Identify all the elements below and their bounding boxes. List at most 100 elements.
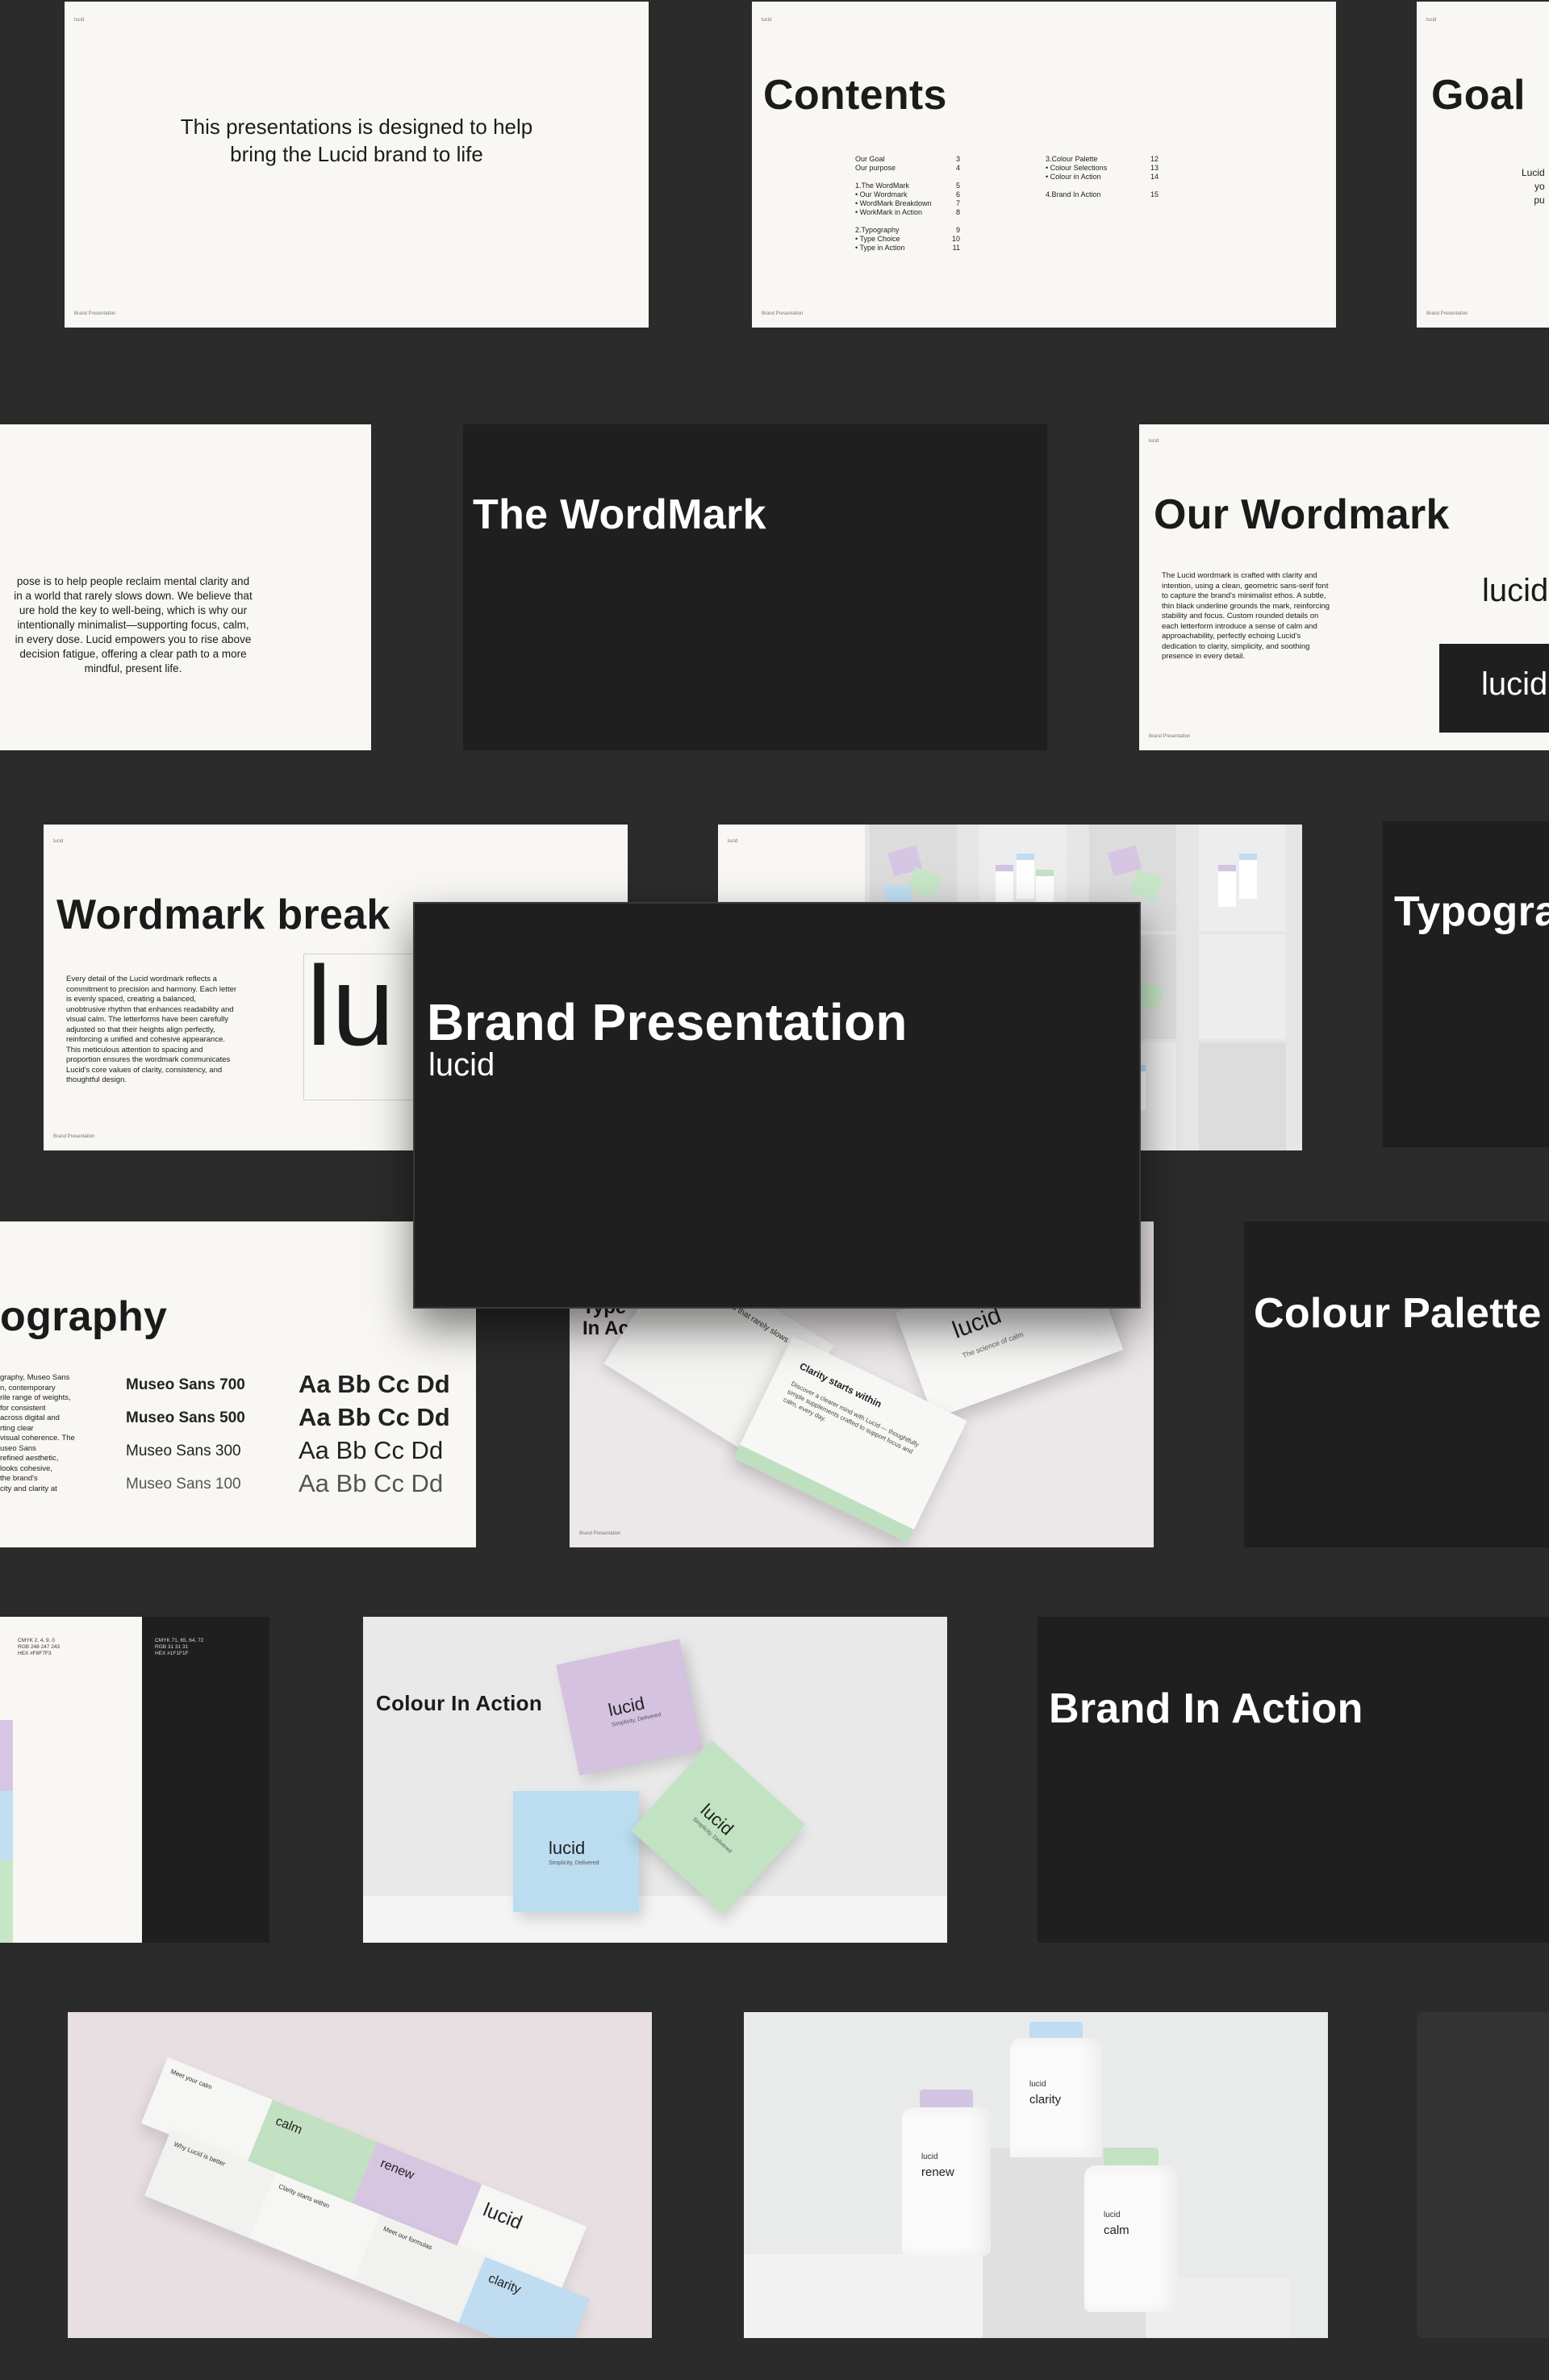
leaflet-headline: Meet your calm — [169, 2068, 214, 2091]
contents-entry-page: 10 — [951, 235, 960, 243]
brand-action-title: Brand In Action — [1049, 1685, 1363, 1732]
contents-entry-label: • WordMark Breakdown — [855, 199, 932, 207]
contents-entry: 3.Colour Palette 12 — [1046, 155, 1159, 164]
wordmark-logo-light: lucid — [1482, 573, 1549, 608]
slide-our-wordmark[interactable]: lucid Our Wordmark The Lucid wordmark is… — [1139, 424, 1549, 750]
slide-colour-selection[interactable]: CMYK 2, 4, 9, 0 RGB 248 247 243 HEX #F8F… — [0, 1617, 269, 1943]
type-weight-sample: Aa Bb Cc Dd — [299, 1469, 444, 1497]
slide-colour-in-action[interactable]: Colour In Action lucid Simplicity, Deliv… — [363, 1617, 947, 1943]
bottle-brand: lucid — [1104, 2211, 1121, 2219]
wordmark-logo-dark: lucid — [1481, 666, 1548, 702]
our-wordmark-title: Our Wordmark — [1154, 491, 1450, 538]
contents-entry-page: 3 — [955, 155, 960, 163]
gallery-tile — [1199, 934, 1286, 1039]
colour-palette-title: Colour Palette — [1254, 1290, 1542, 1337]
slide-footer: Brand Presentation — [1149, 734, 1191, 739]
type-weight-row: Museo Sans 100 Aa Bb Cc Dd — [126, 1468, 465, 1501]
contents-entry-label: • Colour in Action — [1046, 173, 1101, 181]
intro-text: This presentations is designed to help b… — [65, 113, 649, 168]
type-weight-name: Museo Sans 700 — [126, 1376, 245, 1393]
purpose-text: pose is to help people reclaim mental cl… — [14, 575, 253, 674]
slide-leaflet[interactable]: Meet your calm calm renew lucid Why Luci… — [68, 2012, 652, 2338]
contents-entry: • Our Wordmark 6 — [855, 190, 960, 199]
contents-entry: 4.Brand In Action 15 — [1046, 190, 1159, 199]
contents-entry: • Type Choice 10 — [855, 235, 960, 244]
slide-partial-dark[interactable] — [1417, 2012, 1549, 2338]
contents-entry-page: 11 — [952, 244, 960, 252]
bottle-brand: lucid — [1029, 2080, 1046, 2089]
breakdown-text: Every detail of the Lucid wordmark refle… — [66, 975, 237, 1084]
slide-colour-palette[interactable]: Colour Palette — [1244, 1221, 1549, 1547]
typography-title: ography — [0, 1293, 168, 1340]
slide-purpose[interactable]: pose is to help people reclaim mental cl… — [0, 424, 371, 750]
wordmark-logo-dark-panel: lucid — [1439, 644, 1549, 733]
slide-footer: Brand Presentation — [579, 1531, 621, 1536]
breakdown-letters: lu — [307, 942, 395, 1069]
contents-entry-label: 1.The WordMark — [855, 182, 909, 190]
typography-section-title: Typogra — [1394, 888, 1549, 935]
type-weight-sample: Aa Bb Cc Dd — [299, 1403, 450, 1431]
leaflet-panel-label: calm — [273, 2114, 304, 2138]
type-weight-sample: Aa Bb Cc Dd — [299, 1370, 450, 1398]
slide-brand-label: lucid — [74, 18, 85, 23]
type-weight-sample: Aa Bb Cc Dd — [299, 1436, 444, 1464]
goal-text: Lucid yo pu — [1522, 167, 1545, 206]
contents-entry-page: 4 — [955, 164, 960, 172]
contents-entry-page: 12 — [1150, 155, 1159, 163]
gallery-bottle — [996, 865, 1013, 907]
contents-entry-label: • WorkMark in Action — [855, 208, 923, 216]
contents-entry-page: 6 — [955, 190, 960, 198]
slide-brand-label: lucid — [762, 18, 772, 23]
our-wordmark-text: The Lucid wordmark is crafted with clari… — [1162, 571, 1330, 661]
gallery-box — [906, 866, 943, 900]
box-brand: lucid — [696, 1799, 738, 1839]
slide-brand-label: lucid — [728, 839, 738, 844]
gallery-box — [1129, 869, 1164, 901]
bottle-calm: lucid calm — [1084, 2148, 1178, 2312]
gallery-bottle — [1218, 865, 1236, 907]
slide-intro[interactable]: lucid This presentations is designed to … — [65, 2, 649, 328]
slide-footer: Brand Presentation — [74, 311, 116, 316]
contents-column-2: 3.Colour Palette 12 • Colour Selections 13 •… — [1046, 155, 1159, 199]
colour-action-title: Colour In Action — [376, 1691, 543, 1715]
slide-cover[interactable]: Brand Presentation lucid — [413, 902, 1141, 1309]
type-weights-list: Museo Sans 700 Aa Bb Cc Dd Museo Sans 500 A… — [126, 1368, 465, 1501]
bottle-name: renew — [921, 2165, 954, 2179]
slide-brand-label: lucid — [53, 839, 64, 844]
contents-entry-label: • Our Wordmark — [855, 190, 908, 198]
contents-entry-page: 5 — [955, 182, 960, 190]
contents-column-1: Our Goal 3 Our purpose 4 1.The WordMark 5 • Ou… — [855, 155, 960, 253]
slide-typography-section[interactable]: Typogra — [1383, 821, 1549, 1147]
slide-typography[interactable]: ography graphy, Museo Sans n, contempora… — [0, 1221, 476, 1547]
slide-bottles[interactable]: lucid renew lucid clarity lucid calm — [744, 2012, 1328, 2338]
contents-entry: • WorkMark in Action 8 — [855, 208, 960, 217]
cover-subtitle: lucid — [428, 1047, 495, 1083]
slide-wordmark-section[interactable]: The WordMark — [463, 424, 1047, 750]
contents-entry: • Type in Action 11 — [855, 244, 960, 253]
bottle-body: lucid clarity — [1010, 2038, 1102, 2157]
plinth-left — [744, 2254, 1002, 2338]
box-tag: Simplicity, Delivered — [549, 1860, 599, 1866]
box-brand: lucid — [549, 1838, 586, 1858]
contents-entry-label: 2.Typography — [855, 226, 900, 234]
type-weight-name: Museo Sans 300 — [126, 1443, 241, 1459]
bottle-body: lucid calm — [1084, 2165, 1178, 2312]
contents-entry-label: • Type Choice — [855, 235, 900, 243]
type-weight-name: Museo Sans 500 — [126, 1409, 245, 1426]
contents-entry: 2.Typography 9 — [855, 226, 960, 235]
floor — [363, 1896, 947, 1943]
contents-entry: • Colour in Action 14 — [1046, 173, 1159, 182]
bottle-body: lucid renew — [902, 2107, 991, 2256]
bottle-brand: lucid — [921, 2152, 938, 2161]
slide-goal[interactable]: lucid Goal Lucid yo pu Brand Presentatio… — [1417, 2, 1549, 328]
slide-contents[interactable]: lucid Contents Our Goal 3 Our purpose 4 1.Th… — [752, 2, 1336, 328]
gallery-tile — [1199, 825, 1286, 931]
box-sky: lucid Simplicity, Delivered — [513, 1791, 639, 1912]
contents-entry: • Colour Selections 13 — [1046, 164, 1159, 173]
box-mint: lucid Simplicity, Delivered — [630, 1740, 806, 1914]
slide-brand-in-action[interactable]: Brand In Action — [1038, 1617, 1549, 1943]
gallery-bottle — [1017, 854, 1034, 899]
box-lavender: lucid Simplicity, Delivered — [556, 1639, 703, 1776]
bottle-name: clarity — [1029, 2093, 1062, 2107]
slide-footer: Brand Presentation — [762, 311, 804, 316]
